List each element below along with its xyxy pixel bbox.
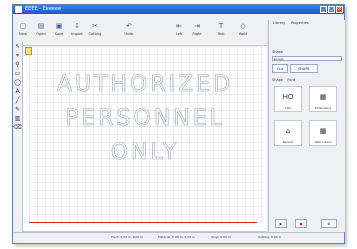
toolbar-save-button[interactable]: ▣ Save <box>51 22 67 37</box>
thumb-graphic: ⌂ <box>285 127 291 135</box>
thumb-graphic: HO <box>282 93 294 101</box>
node-icon[interactable]: ⌖ <box>13 51 22 60</box>
toolbar-import-button[interactable]: ⇩ Import <box>69 22 85 37</box>
main-frame: EEEE - Eeeeee _ □ × File Edit View Objec… <box>12 4 345 244</box>
status-vinyl: Vinyl: 0.00 in <box>211 235 231 239</box>
library-thumb[interactable]: ▦ Embossing <box>309 86 337 112</box>
status-point: Point: 0.00 in, 0.00 in <box>111 235 144 239</box>
thumb-label: Hot <box>285 106 291 110</box>
align-right-icon: ⇥ <box>194 22 200 30</box>
toolbar-new-button[interactable]: ▢ New <box>15 22 31 37</box>
library-panel: Library Properties Shape Rough Cut SHAPE… <box>268 20 345 232</box>
text-icon: T <box>218 22 224 30</box>
thumb-label: Banner <box>282 140 294 144</box>
stop-icon[interactable]: ● <box>295 219 307 228</box>
app-window: EEEE - Eeeeee _ □ × File Edit View Objec… <box>0 0 357 249</box>
weld-icon: ◇ <box>240 22 246 30</box>
toolbar-text-button[interactable]: T Text <box>213 22 229 37</box>
rectangle-icon[interactable]: ▭ <box>13 69 22 78</box>
status-bar: Point: 0.00 in, 0.00 in Material: 0.00 i… <box>13 232 344 243</box>
ellipse-icon[interactable]: ◯ <box>13 78 22 87</box>
tab-properties[interactable]: Properties <box>291 21 309 25</box>
design-canvas[interactable]: AUTHORIZED PERSONNEL ONLY <box>23 42 267 231</box>
import-icon: ⇩ <box>74 22 80 30</box>
thumb-label: Wall cutout <box>314 140 332 144</box>
sign-text-line-1[interactable]: AUTHORIZED <box>23 72 267 98</box>
title-bar: EEEE - Eeeeee _ □ × <box>13 5 344 14</box>
toolbar: ▢ New ▤ Open ▣ Save ⇩ Import ✂ Cutting ↶ Undo … <box>13 20 267 43</box>
toolbar-left-button[interactable]: ⇤ Left <box>171 22 187 37</box>
line-icon[interactable]: ╱ <box>13 96 22 105</box>
left-toolbox: ↖ ⌖ ⚲ ▭ ◯ A ╱ ✎ ▥ ⌫ <box>13 42 23 232</box>
save-icon: ▣ <box>55 22 63 30</box>
library-thumb[interactable]: HO Hot <box>274 86 302 112</box>
shape-search-input[interactable]: Rough <box>272 56 342 61</box>
filter-row: Shape Font <box>272 78 342 82</box>
text-tool-icon[interactable]: A <box>13 87 22 96</box>
close-icon[interactable]: × <box>336 6 343 13</box>
fill-icon[interactable]: ▥ <box>13 114 22 123</box>
selection-handle[interactable] <box>25 47 32 55</box>
sign-text-line-3[interactable]: ONLY <box>23 140 267 166</box>
filter-font[interactable]: Font <box>287 78 295 82</box>
toolbar-undo-button[interactable]: ↶ Undo <box>121 22 137 37</box>
toolbar-weld-button[interactable]: ◇ Weld <box>235 22 251 37</box>
shape-button[interactable]: SHAPE <box>290 64 318 73</box>
library-thumb[interactable]: ⌂ Banner <box>274 120 302 146</box>
material-edge-line <box>29 222 257 223</box>
status-material: Material: 0.00 in, 0.00 in <box>158 235 195 239</box>
cut-icon: ✂ <box>92 22 98 30</box>
open-icon: ▤ <box>37 22 45 30</box>
toolbar-cutting-button[interactable]: ✂ Cutting <box>87 22 103 37</box>
app-icon <box>15 6 22 13</box>
status-cutting: Cutting: 0.00 in <box>258 235 282 239</box>
toolbar-right-button[interactable]: ⇥ Right <box>189 22 205 37</box>
eraser-icon[interactable]: ⌫ <box>13 123 22 132</box>
minimize-icon[interactable]: _ <box>320 6 327 13</box>
undo-icon: ↶ <box>126 22 132 30</box>
zoom-icon[interactable]: ⚲ <box>13 60 22 69</box>
pen-icon[interactable]: ✎ <box>13 105 22 114</box>
settings-icon[interactable]: ⚙ <box>321 219 337 228</box>
filter-shape[interactable]: Shape <box>272 78 283 82</box>
cut-button[interactable]: Cut <box>272 64 288 73</box>
thumb-graphic: ▦ <box>319 93 327 101</box>
thumb-graphic: ▦ <box>319 127 327 135</box>
align-left-icon: ⇤ <box>176 22 182 30</box>
thumb-label: Embossing <box>314 106 332 110</box>
library-thumb[interactable]: ▦ Wall cutout <box>309 120 337 146</box>
sign-text-line-2[interactable]: PERSONNEL <box>23 106 267 132</box>
new-icon: ▢ <box>19 22 27 30</box>
section-label: Shape <box>272 50 283 54</box>
tab-library[interactable]: Library <box>273 21 285 25</box>
toolbar-open-button[interactable]: ▤ Open <box>33 22 49 37</box>
send-icon[interactable]: ▶ <box>275 219 287 228</box>
pointer-icon[interactable]: ↖ <box>13 42 22 51</box>
window-title: EEEE - Eeeeee <box>25 6 62 12</box>
maximize-icon[interactable]: □ <box>328 6 335 13</box>
